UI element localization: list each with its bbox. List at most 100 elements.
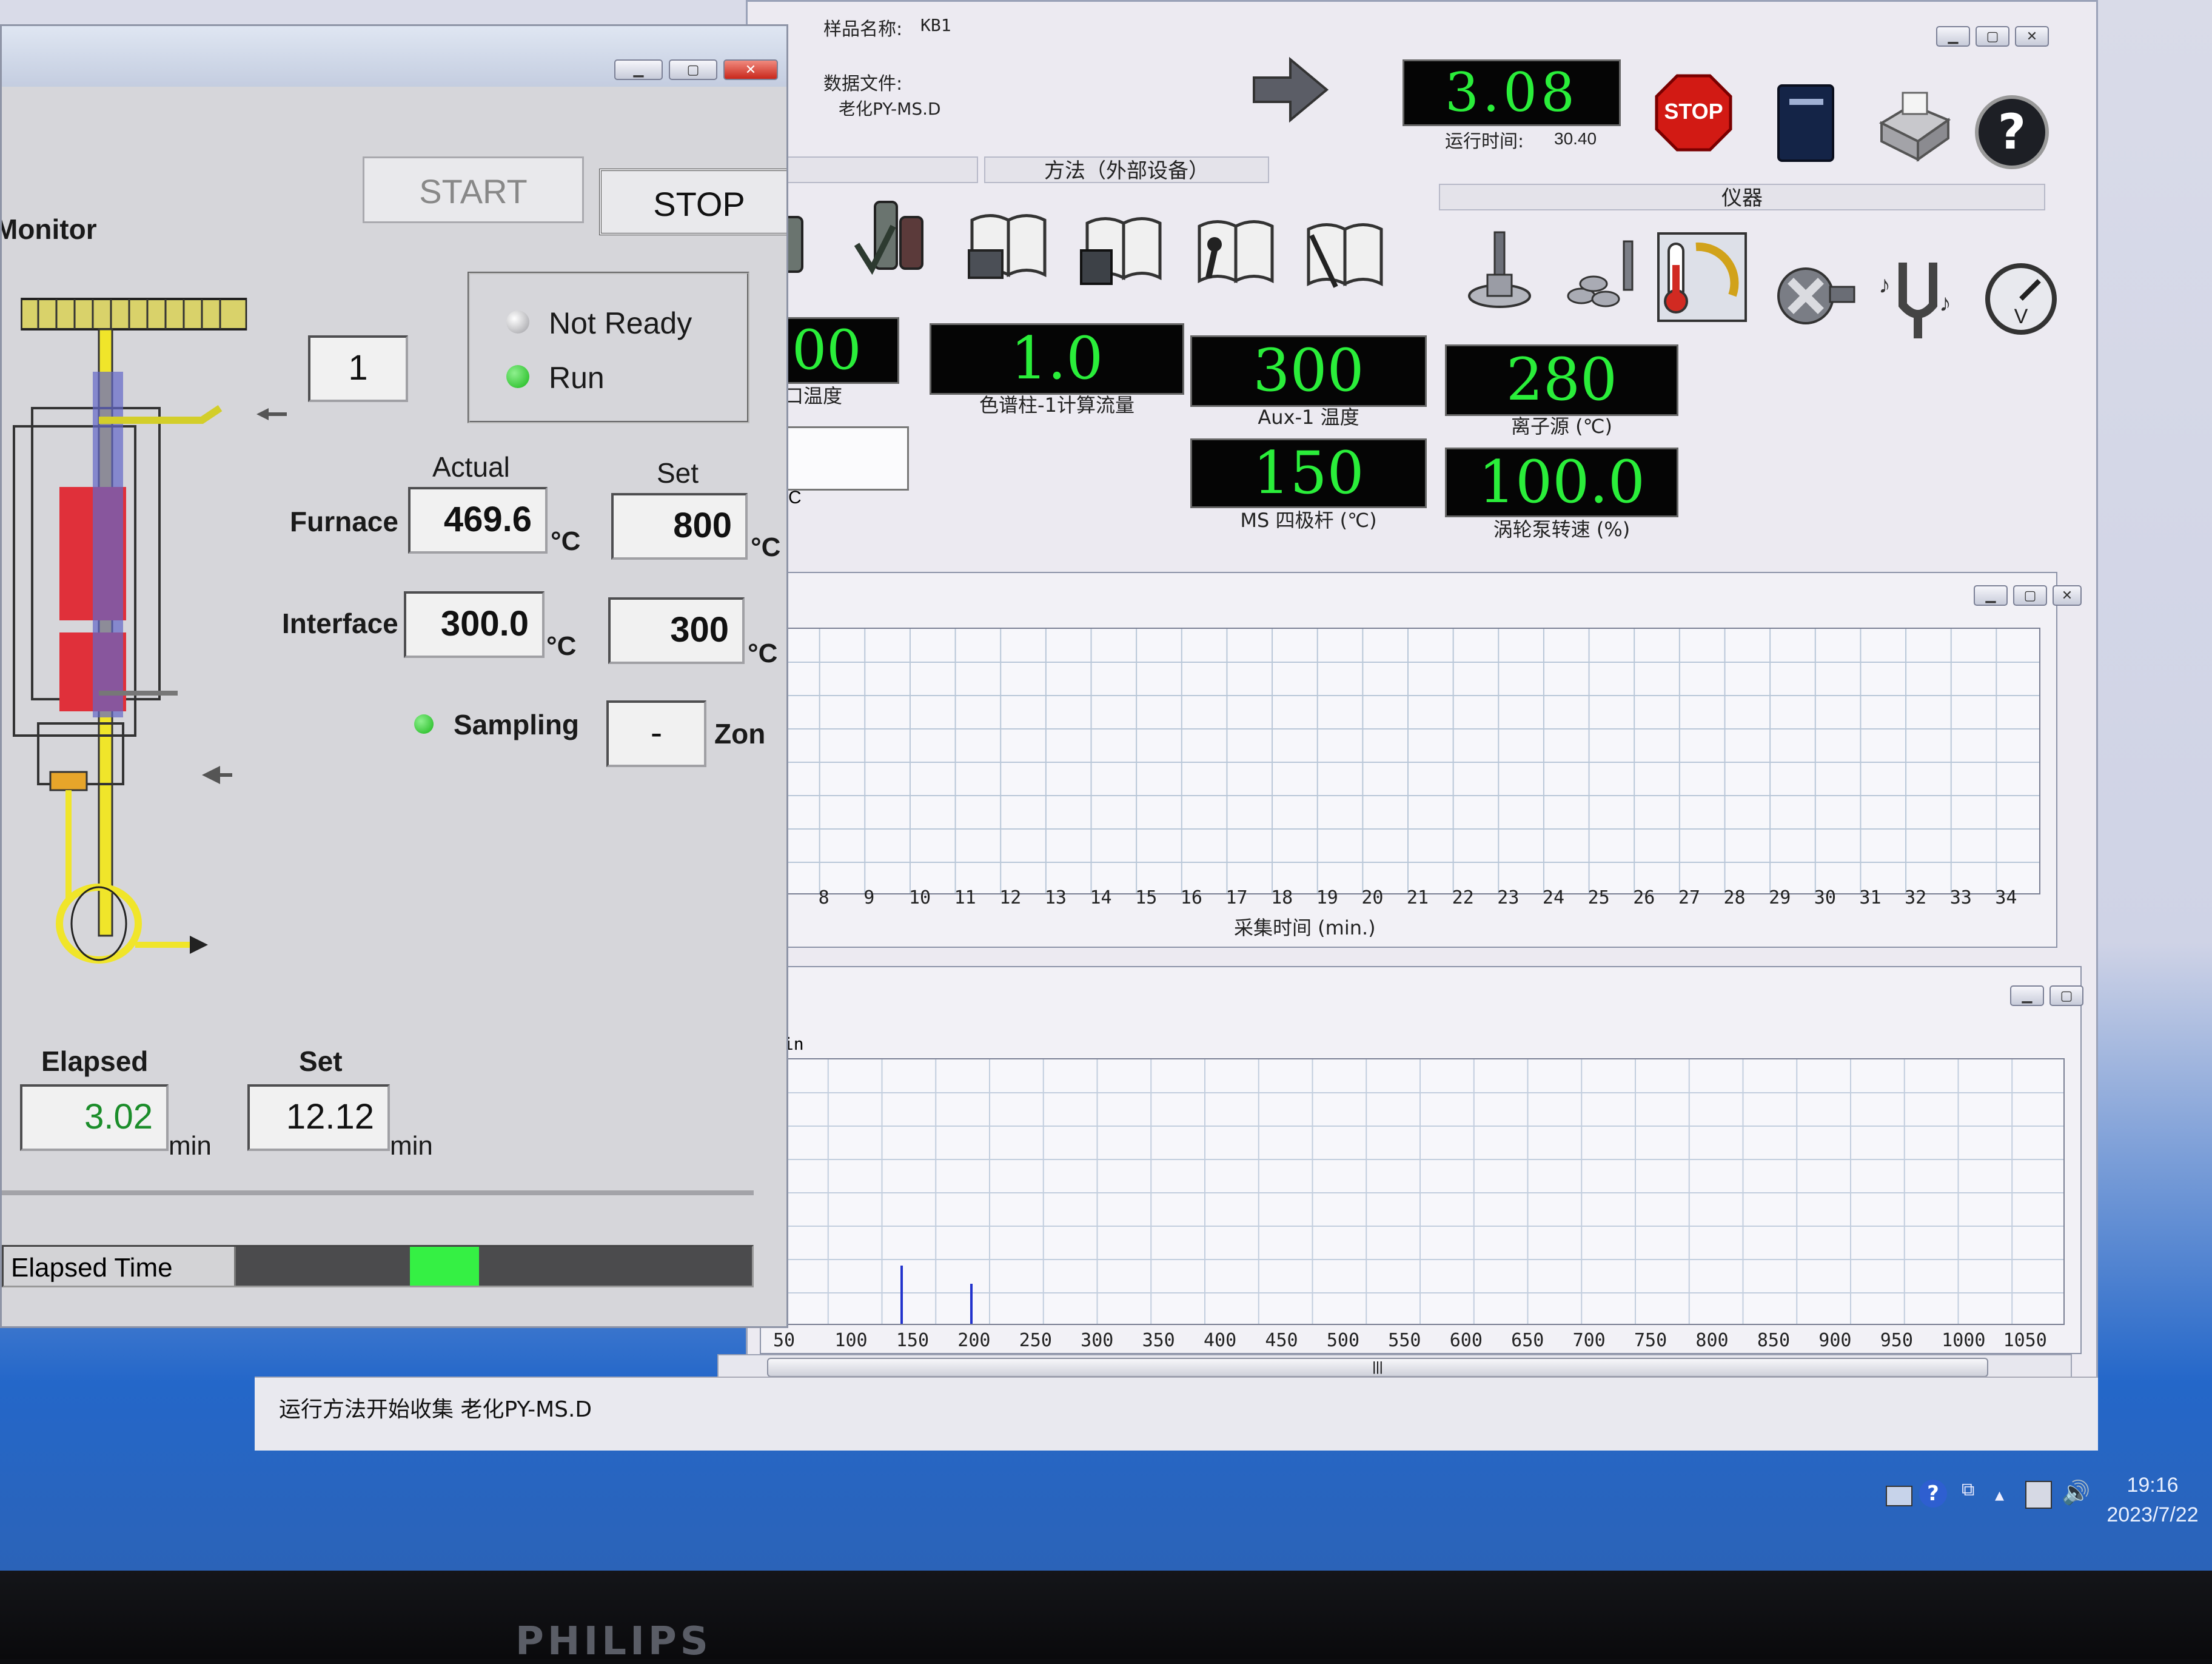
column-flow-caption: 色谱柱-1计算流量: [979, 394, 1134, 417]
run-label: Run: [549, 361, 605, 395]
aux-temp-caption: Aux-1 温度: [1258, 406, 1359, 429]
interface-set-value[interactable]: 300: [608, 597, 745, 664]
x-tick-label: 25: [1587, 887, 1610, 908]
tic-plot-area: [773, 628, 2040, 894]
status-group: Not Ready Run: [468, 272, 749, 423]
save-method-book-icon[interactable]: [1078, 205, 1163, 290]
tic-chart-panel: ▁ ▢ ✕ 7891011121314151617181920212223242…: [760, 572, 2082, 948]
tray-icon[interactable]: [1560, 235, 1645, 320]
x-tick-label: 11: [954, 887, 976, 908]
clock-date: 2023/7/22: [2106, 1503, 2199, 1526]
minimize-icon: ▁: [1948, 29, 1959, 44]
keyboard-icon[interactable]: [1886, 1486, 1912, 1506]
x-tick-label: 100: [834, 1330, 868, 1351]
x-tick-label: 21: [1407, 887, 1429, 908]
data-file-value: 老化PY-MS.D: [839, 99, 941, 119]
blank-readout-box: C: [784, 426, 909, 508]
x-tick-label: 300: [1081, 1330, 1114, 1351]
minimize-button[interactable]: ▁: [1936, 26, 1970, 47]
inlet-temp-display: 00: [784, 317, 899, 384]
run-method-book-icon[interactable]: [1190, 208, 1275, 293]
partial-c-label: C: [788, 488, 802, 508]
x-tick-label: 31: [1859, 887, 1882, 908]
gauge-icon[interactable]: V: [1979, 257, 2063, 341]
help-tray-icon[interactable]: ?: [1919, 1480, 1947, 1508]
x-tick-label: 34: [1995, 887, 2017, 908]
ion-source-caption: 离子源 (℃): [1510, 415, 1613, 438]
sample-position-field[interactable]: 1: [308, 335, 408, 402]
edit-method-book-icon[interactable]: [1299, 211, 1384, 296]
scrollbar-thumb[interactable]: |||: [767, 1358, 1988, 1377]
ion-source-display: 280: [1445, 344, 1678, 416]
x-tick-label: 12: [999, 887, 1022, 908]
actual-column-header: Actual: [432, 451, 510, 483]
pyro-maximize-button[interactable]: ▢: [669, 59, 717, 80]
svg-text:♪: ♪: [1879, 272, 1891, 298]
open-method-book-icon[interactable]: [966, 202, 1051, 287]
sampling-value: -: [606, 700, 706, 767]
show-hidden-icon[interactable]: ▴: [1995, 1485, 2004, 1506]
x-tick-label: 9: [863, 887, 875, 908]
thermometer-icon[interactable]: [1657, 232, 1747, 322]
window-switch-icon[interactable]: ⧉: [1962, 1480, 1974, 1500]
sample-name-label: 样品名称:: [823, 19, 903, 40]
elapsed-time-bar: Elapsed Time: [2, 1245, 754, 1287]
x-tick-label: 900: [1818, 1330, 1852, 1351]
chart1-close-button[interactable]: ✕: [2053, 585, 2082, 606]
x-tick-label: 350: [1142, 1330, 1175, 1351]
pyro-start-button[interactable]: START: [363, 156, 584, 223]
spectrum-chart-panel: ▁ ▢ min 50 100 150 200 250 300 350 400 450 500 550…: [760, 966, 2083, 1354]
volume-icon[interactable]: 🔊: [2062, 1480, 2090, 1506]
chart1-minimize-button[interactable]: ▁: [1974, 585, 2008, 606]
clock[interactable]: 19:16 2023/7/22: [2098, 1474, 2207, 1527]
source-icon[interactable]: [1772, 250, 1857, 335]
tune-fork-icon[interactable]: ♪ ♪: [1875, 257, 1960, 341]
x-tick-label: 14: [1090, 887, 1112, 908]
turbo-speed-caption: 涡轮泵转速 (%): [1493, 518, 1631, 541]
screen: ▁ ▢ ✕ 样品名称: KB1 数据文件: 老化PY-MS.D 3.08 运行时…: [0, 0, 2212, 1571]
x-tick-label: 27: [1678, 887, 1700, 908]
run-time-value: 30.40: [1554, 129, 1597, 148]
furnace-set-value[interactable]: 800: [611, 493, 748, 560]
x-tick-label: 30: [1814, 887, 1836, 908]
pyro-stop-button[interactable]: STOP: [599, 169, 786, 235]
divider: [2, 1190, 754, 1195]
network-icon[interactable]: [2025, 1481, 2052, 1509]
stop-run-button[interactable]: STOP: [1654, 73, 1733, 152]
pyro-minimize-button[interactable]: ▁: [614, 59, 663, 80]
x-tick-label: 22: [1452, 887, 1474, 908]
syringe-icon[interactable]: [1457, 229, 1542, 314]
tic-x-axis: 7891011121314151617181920212223242526272…: [773, 882, 2040, 913]
pyrolyzer-schematic: [13, 298, 287, 964]
elapsed-time-label: Elapsed Time: [11, 1253, 173, 1283]
x-tick-label: 200: [957, 1330, 991, 1351]
set-column-header: Set: [657, 457, 699, 489]
quad-temp-caption: MS 四极杆 (℃): [1240, 509, 1377, 532]
chart1-maximize-button[interactable]: ▢: [2013, 585, 2047, 606]
svg-text:?: ?: [1998, 104, 2026, 160]
go-arrow-icon[interactable]: [1251, 56, 1330, 123]
x-tick-label: 950: [1880, 1330, 1913, 1351]
printer-icon[interactable]: [1869, 87, 1954, 166]
close-button[interactable]: ✕: [2015, 26, 2049, 47]
x-tick-label: 23: [1497, 887, 1520, 908]
monitor-brand-logo: PHILIPS: [515, 1619, 712, 1664]
logbook-icon[interactable]: [1772, 81, 1839, 166]
run-time-display: 3.08: [1403, 59, 1621, 126]
vials-check-icon[interactable]: [851, 196, 936, 281]
x-tick-label: 29: [1769, 887, 1791, 908]
chart2-minimize-button[interactable]: ▁: [2010, 985, 2044, 1006]
x-tick-label: 33: [1949, 887, 1972, 908]
furnace-actual-value: 469.6: [408, 487, 548, 554]
maximize-button[interactable]: ▢: [1976, 26, 2009, 47]
help-icon[interactable]: ?: [1972, 93, 2051, 172]
close-icon: ✕: [2061, 588, 2073, 603]
chart2-maximize-button[interactable]: ▢: [2049, 985, 2083, 1006]
set-time-value[interactable]: 12.12: [247, 1084, 390, 1151]
turbo-speed-display: 100.0: [1445, 448, 1678, 517]
pyro-close-button[interactable]: ✕: [723, 59, 778, 80]
zone-label: Zon: [714, 718, 766, 750]
x-tick-label: 750: [1634, 1330, 1667, 1351]
x-tick-label: 17: [1225, 887, 1248, 908]
elapsed-unit: min: [169, 1131, 212, 1161]
